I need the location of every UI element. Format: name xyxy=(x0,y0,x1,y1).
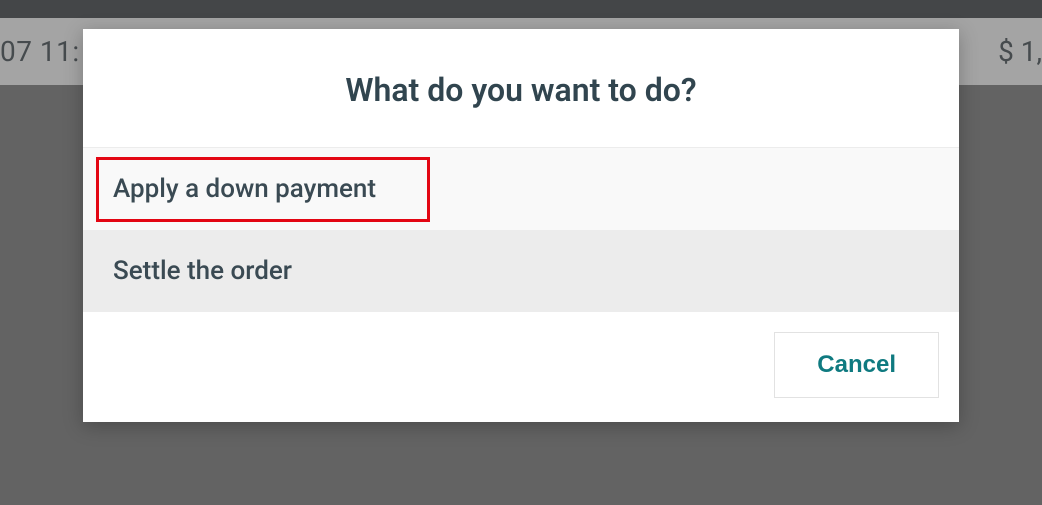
option-label: Apply a down payment xyxy=(113,174,376,204)
modal-header: What do you want to do? xyxy=(83,29,959,148)
modal-footer: Cancel xyxy=(83,312,959,422)
option-apply-down-payment[interactable]: Apply a down payment xyxy=(83,148,959,230)
cancel-button[interactable]: Cancel xyxy=(774,332,939,398)
action-modal: What do you want to do? Apply a down pay… xyxy=(83,29,959,422)
option-label: Settle the order xyxy=(113,256,292,286)
option-list: Apply a down payment Settle the order xyxy=(83,148,959,312)
option-settle-order[interactable]: Settle the order xyxy=(83,230,959,312)
modal-title: What do you want to do? xyxy=(103,71,939,109)
